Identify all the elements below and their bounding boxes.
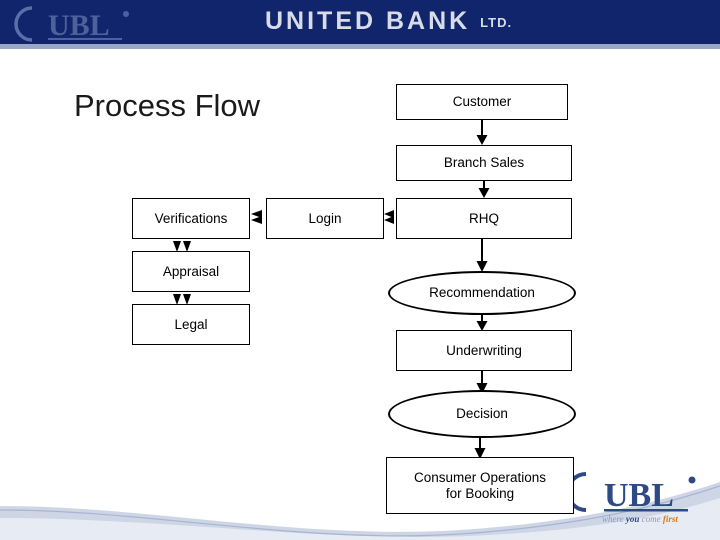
node-verifications[interactable]: Verifications: [132, 198, 250, 239]
header-brand-name: UNITED BANK LTD.: [265, 7, 512, 36]
ubl-logo-icon: UBL: [14, 2, 154, 44]
arrow-rhq-to-recommendation: [474, 239, 490, 273]
node-customer[interactable]: Customer: [396, 84, 568, 120]
svg-text:UBL: UBL: [48, 9, 110, 42]
arrow-branch-to-rhq: [476, 181, 492, 199]
node-appraisal[interactable]: Appraisal: [132, 251, 250, 292]
process-flow-diagram: Process Flow Customer Branch Sales Verif…: [0, 52, 720, 540]
node-branch-sales[interactable]: Branch Sales: [396, 145, 572, 181]
page-title: Process Flow: [74, 88, 261, 123]
node-consumer-operations-for-booking[interactable]: Consumer Operations for Booking: [386, 457, 574, 514]
node-legal[interactable]: Legal: [132, 304, 250, 345]
node-underwriting[interactable]: Underwriting: [396, 330, 572, 371]
brand-suffix-text: LTD.: [480, 15, 513, 30]
node-rhq[interactable]: RHQ: [396, 198, 572, 239]
node-login[interactable]: Login: [266, 198, 384, 239]
slide: UBL UNITED BANK LTD. UBL where you come …: [0, 0, 720, 540]
node-recommendation[interactable]: Recommendation: [388, 271, 576, 315]
brand-name-text: UNITED BANK: [265, 7, 471, 35]
arrow-customer-to-branch: [474, 120, 490, 146]
arrow-login-to-verifications: [251, 210, 266, 228]
node-decision[interactable]: Decision: [388, 390, 576, 438]
